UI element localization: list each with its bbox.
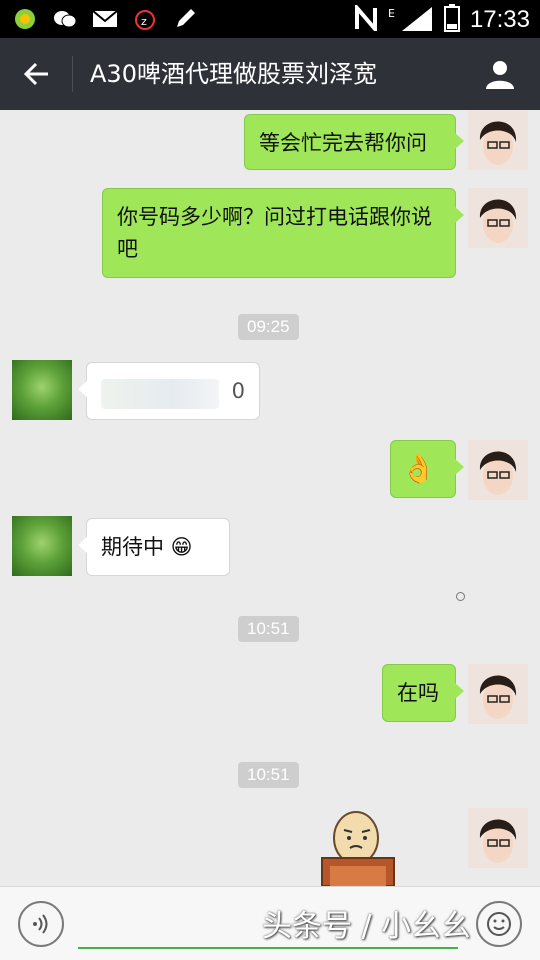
pen-icon bbox=[172, 6, 198, 32]
mail-icon bbox=[92, 6, 118, 32]
voice-icon bbox=[33, 914, 48, 934]
my-avatar[interactable] bbox=[468, 664, 528, 724]
back-button[interactable] bbox=[14, 52, 58, 96]
my-avatar[interactable] bbox=[468, 808, 528, 868]
message-text: 在吗 bbox=[397, 681, 439, 705]
signal-icon: E bbox=[388, 5, 434, 35]
chat-header: A30啤酒代理做股票刘泽宽 bbox=[0, 38, 540, 110]
message-bubble-sent[interactable]: 你号码多少啊？问过打电话跟你说吧 bbox=[102, 188, 464, 278]
system-icons: E 17:33 bbox=[354, 2, 530, 36]
blurred-phone-number bbox=[101, 379, 219, 409]
my-avatar[interactable] bbox=[468, 440, 528, 500]
sticker-message[interactable] bbox=[316, 806, 400, 886]
message-list[interactable]: 等会忙完去帮你问 你号码多少啊？问过打电话跟你说吧 09:25 0 👌 期待中 … bbox=[0, 110, 540, 886]
notification-icons: z bbox=[12, 6, 198, 32]
message-bubble-received[interactable]: 0 bbox=[78, 362, 260, 420]
voice-button[interactable] bbox=[18, 901, 64, 947]
emoji-icon bbox=[487, 912, 511, 936]
indicator-dot bbox=[456, 592, 465, 601]
status-bar: z E 17:33 bbox=[0, 0, 540, 38]
time-divider: 09:25 bbox=[238, 314, 299, 340]
my-avatar[interactable] bbox=[468, 188, 528, 248]
watermark: 头条号 / 小幺幺 bbox=[262, 909, 472, 944]
app-icon bbox=[12, 6, 38, 32]
person-icon bbox=[486, 61, 514, 89]
contact-avatar[interactable] bbox=[12, 516, 72, 576]
clock: 17:33 bbox=[469, 6, 530, 33]
nfc-icon bbox=[354, 2, 378, 35]
contact-avatar[interactable] bbox=[12, 360, 72, 420]
wechat-icon bbox=[52, 6, 78, 32]
message-text: 0 bbox=[231, 379, 245, 403]
profile-button[interactable] bbox=[478, 52, 522, 96]
chat-title: A30啤酒代理做股票刘泽宽 bbox=[90, 60, 377, 88]
svg-text:E: E bbox=[388, 7, 395, 20]
input-bar: 头条号 / 小幺幺 bbox=[0, 886, 540, 960]
alarm-icon: z bbox=[132, 6, 158, 32]
my-avatar[interactable] bbox=[468, 110, 528, 170]
message-bubble-sent[interactable]: 等会忙完去帮你问 bbox=[244, 114, 464, 170]
svg-text:z: z bbox=[141, 15, 147, 28]
ok-hand-emoji: 👌 bbox=[401, 452, 436, 485]
emoji-button[interactable] bbox=[476, 901, 522, 947]
message-bubble-received[interactable]: 期待中 😁 bbox=[78, 518, 230, 576]
header-divider bbox=[72, 56, 73, 92]
arrow-left-icon bbox=[23, 62, 48, 86]
message-bubble-sent[interactable]: 👌 bbox=[390, 440, 464, 498]
message-input[interactable] bbox=[78, 947, 458, 949]
message-text: 期待中 😁 bbox=[101, 535, 193, 559]
time-divider: 10:51 bbox=[238, 616, 299, 642]
battery-icon bbox=[443, 4, 460, 36]
message-text: 等会忙完去帮你问 bbox=[259, 131, 427, 155]
message-text: 你号码多少啊？问过打电话跟你说吧 bbox=[117, 205, 432, 261]
time-divider: 10:51 bbox=[238, 762, 299, 788]
message-bubble-sent[interactable]: 在吗 bbox=[382, 664, 464, 722]
